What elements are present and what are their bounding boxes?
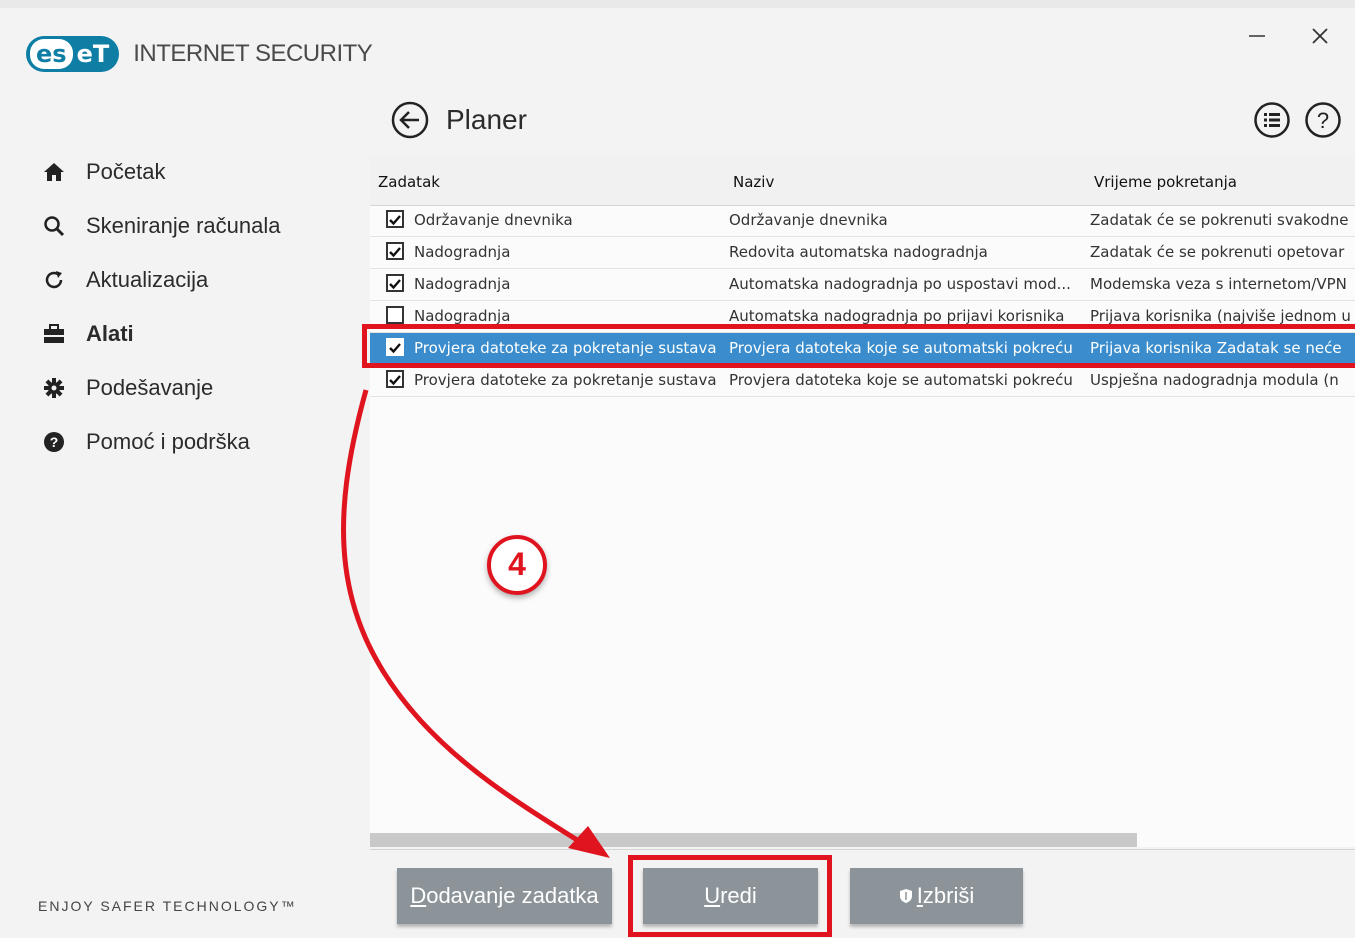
- page-header: Planer: [390, 100, 527, 140]
- time-cell: Prijava korisnika (najviše jednom u: [1090, 307, 1350, 325]
- table-row[interactable]: Nadogradnja Redovita automatska nadogradn…: [370, 237, 1355, 269]
- help-icon[interactable]: ?: [1304, 101, 1342, 139]
- close-icon: [1312, 28, 1328, 44]
- app-logo: es eT INTERNET SECURITY: [26, 36, 373, 72]
- sidebar-item-home[interactable]: Početak: [0, 145, 360, 199]
- task-cell: Provjera datoteke za pokretanje sustava: [414, 339, 717, 357]
- checkmark-icon: [389, 343, 401, 354]
- search-icon: [42, 214, 66, 238]
- logo-letters-a: es: [30, 39, 73, 69]
- svg-text:?: ?: [50, 434, 59, 450]
- row-checkbox[interactable]: [386, 370, 404, 388]
- briefcase-icon: [42, 322, 66, 346]
- tagline: ENJOY SAFER TECHNOLOGY™: [38, 898, 297, 914]
- step-number: 4: [508, 545, 526, 582]
- list-icon[interactable]: [1253, 101, 1291, 139]
- name-cell: Redovita automatska nadogradnja: [729, 243, 988, 261]
- table-row[interactable]: Provjera datoteke za pokretanje sustava P…: [370, 333, 1355, 365]
- checkmark-icon: [389, 247, 401, 258]
- edit-label: redi: [720, 883, 757, 908]
- refresh-icon: [42, 268, 66, 292]
- sidebar-item-label: Početak: [86, 159, 166, 184]
- divider: [370, 849, 1355, 850]
- name-cell: Automatska nadogradnja po uspostavi mod.…: [729, 275, 1071, 293]
- name-cell: Održavanje dnevnika: [729, 211, 888, 229]
- name-cell: Provjera datoteka koje se automatski pok…: [729, 371, 1073, 389]
- checkmark-icon: [389, 215, 401, 226]
- add-task-button[interactable]: Dodavanje zadatka: [397, 868, 612, 924]
- row-checkbox[interactable]: [386, 274, 404, 292]
- gear-icon: [42, 376, 66, 400]
- add-task-mnemonic: D: [410, 883, 427, 908]
- sidebar: Početak Skeniranje računala Aktualizacij…: [0, 145, 360, 469]
- horizontal-scrollbar[interactable]: [370, 833, 1137, 847]
- page-title: Planer: [446, 104, 527, 135]
- row-checkbox[interactable]: [386, 306, 404, 324]
- checkmark-icon: [389, 279, 401, 290]
- task-cell: Održavanje dnevnika: [414, 211, 573, 229]
- delete-button[interactable]: Izbriši: [850, 868, 1023, 924]
- edit-button[interactable]: Uredi: [643, 868, 818, 924]
- sidebar-item-tools[interactable]: Alati: [0, 307, 360, 361]
- sidebar-item-update[interactable]: Aktualizacija: [0, 253, 360, 307]
- logo-letters-b: eT: [76, 40, 110, 68]
- row-checkbox[interactable]: [386, 338, 404, 356]
- table-header: Zadatak Naziv Vrijeme pokretanja: [370, 157, 1355, 206]
- sidebar-item-help[interactable]: ? Pomoć i podrška: [0, 415, 360, 469]
- task-cell: Provjera datoteke za pokretanje sustava: [414, 371, 717, 389]
- delete-label: zbriši: [922, 883, 975, 908]
- time-cell: Uspješna nadogradnja modula (n: [1090, 371, 1339, 389]
- sidebar-item-settings[interactable]: Podešavanje: [0, 361, 360, 415]
- time-cell: Zadatak će se pokrenuti opetovar: [1090, 243, 1345, 261]
- table-row[interactable]: Održavanje dnevnika Održavanje dnevnika Za…: [370, 205, 1355, 237]
- sidebar-item-label: Podešavanje: [86, 375, 214, 400]
- table-row[interactable]: Nadogradnja Automatska nadogradnja po pri…: [370, 301, 1355, 333]
- row-checkbox[interactable]: [386, 242, 404, 260]
- close-button[interactable]: [1304, 20, 1336, 52]
- time-cell: Prijava korisnika Zadatak se neće: [1090, 339, 1342, 357]
- task-cell: Nadogradnja: [414, 275, 511, 293]
- table-row[interactable]: Nadogradnja Automatska nadogradnja po usp…: [370, 269, 1355, 301]
- product-name: INTERNET SECURITY: [133, 40, 373, 67]
- scheduler-table: Zadatak Naziv Vrijeme pokretanja Održava…: [370, 157, 1355, 847]
- column-header-time[interactable]: Vrijeme pokretanja: [1094, 173, 1237, 191]
- home-icon: [42, 160, 66, 184]
- back-arrow-icon[interactable]: [390, 100, 430, 140]
- column-header-task[interactable]: Zadatak: [378, 173, 440, 191]
- svg-text:?: ?: [1317, 108, 1329, 133]
- add-task-label: odavanje zadatka: [426, 883, 599, 908]
- time-cell: Zadatak će se pokrenuti svakodne: [1090, 211, 1349, 229]
- sidebar-item-label: Pomoć i podrška: [86, 429, 250, 454]
- help-icon: ?: [42, 430, 66, 454]
- window-top-border: [0, 0, 1355, 8]
- step-marker: 4: [477, 532, 557, 612]
- minimize-button[interactable]: [1241, 20, 1273, 52]
- task-cell: Nadogradnja: [414, 243, 511, 261]
- sidebar-item-label: Aktualizacija: [86, 267, 209, 292]
- column-header-name[interactable]: Naziv: [733, 173, 774, 191]
- task-cell: Nadogradnja: [414, 307, 511, 325]
- name-cell: Automatska nadogradnja po prijavi korisn…: [729, 307, 1065, 325]
- name-cell: Provjera datoteka koje se automatski pok…: [729, 339, 1073, 357]
- sidebar-item-label: Alati: [86, 321, 134, 346]
- checkmark-icon: [389, 375, 401, 386]
- edit-mnemonic: U: [704, 883, 721, 908]
- shield-icon: [899, 889, 912, 903]
- eset-logo-badge: es eT: [26, 36, 120, 72]
- minimize-icon: [1249, 35, 1265, 37]
- sidebar-item-label: Skeniranje računala: [86, 213, 281, 238]
- row-checkbox[interactable]: [386, 210, 404, 228]
- sidebar-item-scan[interactable]: Skeniranje računala: [0, 199, 360, 253]
- time-cell: Modemska veza s internetom/VPN: [1090, 275, 1347, 293]
- table-row[interactable]: Provjera datoteke za pokretanje sustava P…: [370, 365, 1355, 397]
